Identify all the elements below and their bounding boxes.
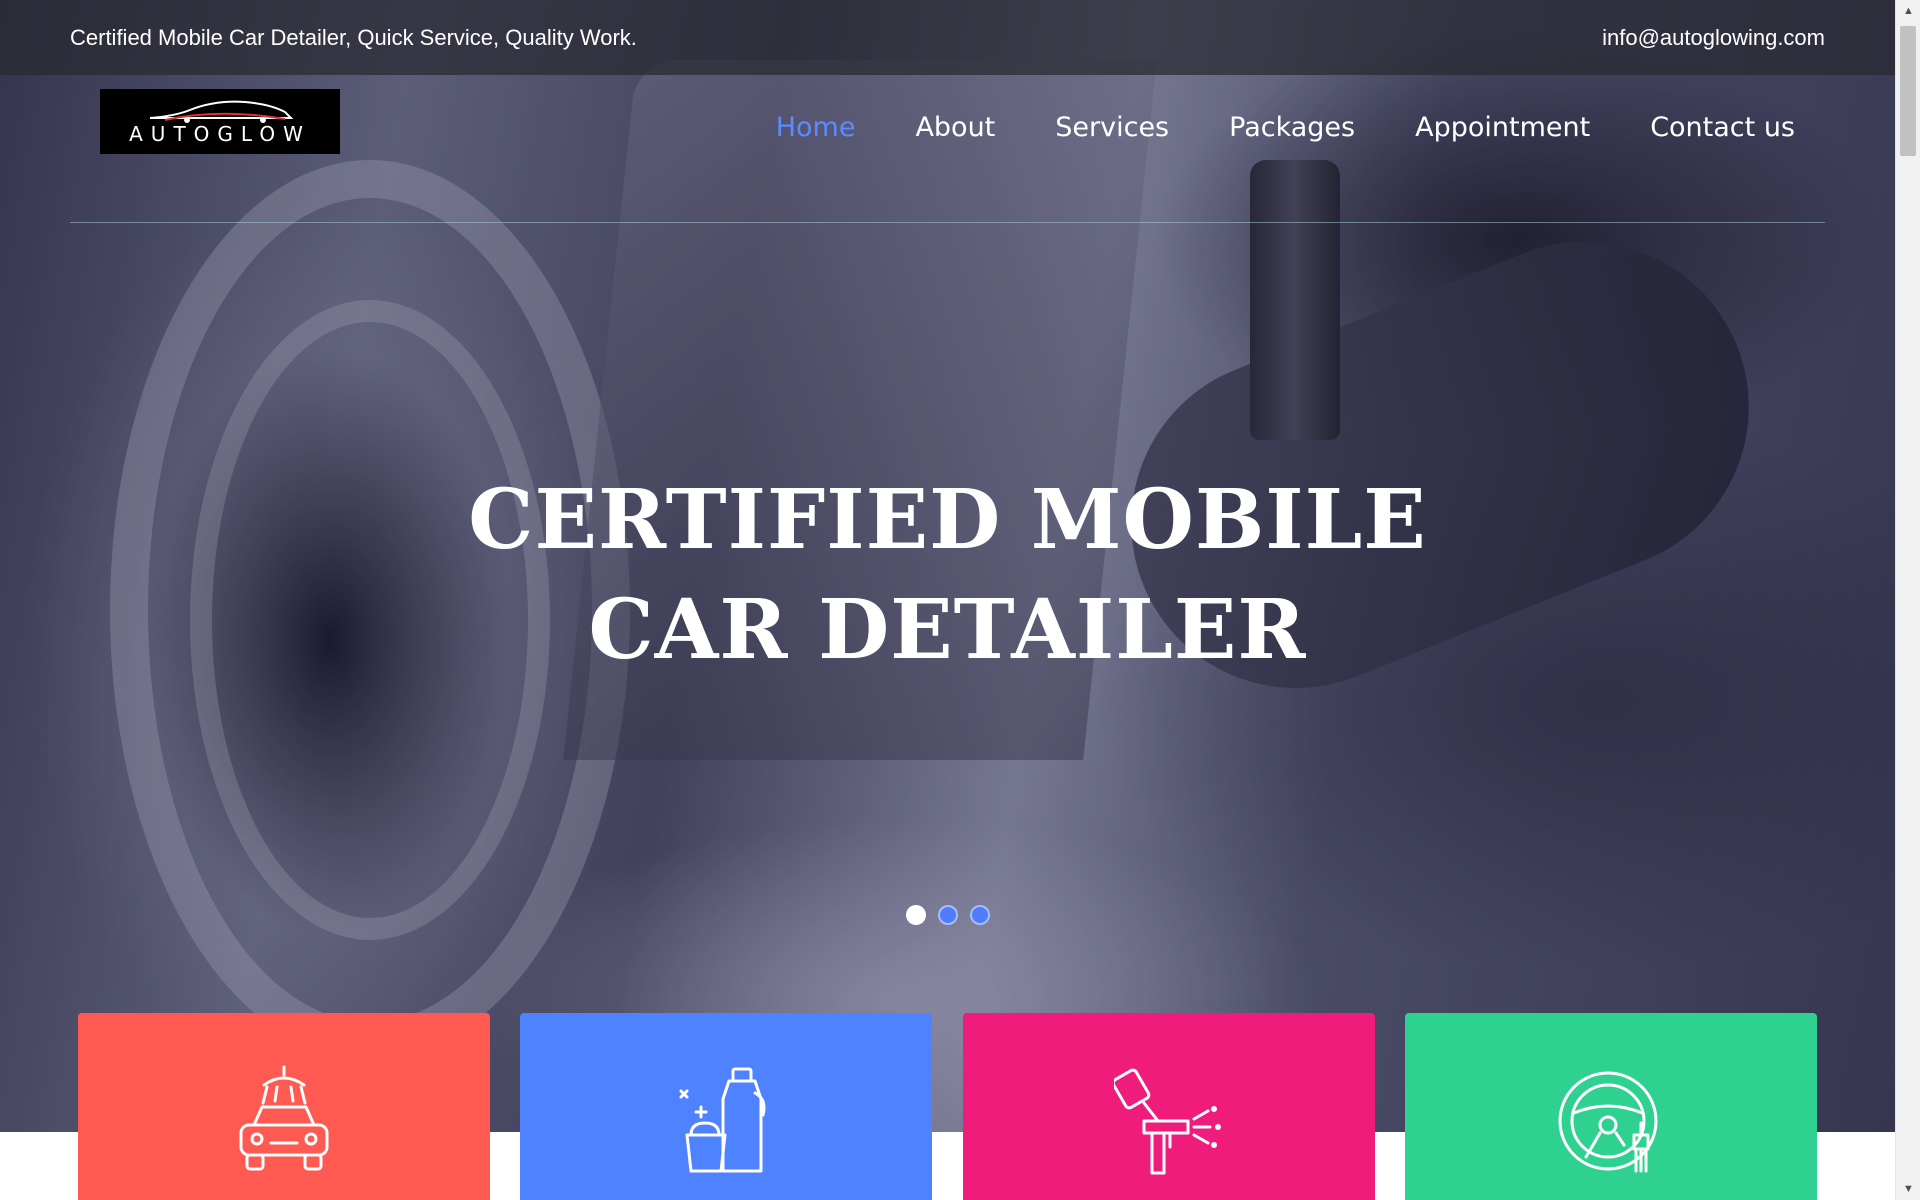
scroll-thumb[interactable]	[1900, 26, 1916, 156]
hero-title-line1: CERTIFIED MOBILE	[468, 472, 1427, 568]
cleaning-products-icon	[679, 1067, 766, 1173]
hero-title-line2: CAR DETAILER	[588, 582, 1307, 678]
nav-item-packages[interactable]: Packages	[1229, 108, 1355, 148]
tagline: Certified Mobile Car Detailer, Quick Ser…	[70, 24, 637, 50]
nav-divider	[70, 222, 1825, 223]
scroll-down-arrow-icon[interactable]: ▼	[1896, 1178, 1920, 1200]
email-link[interactable]: info@autoglowing.com	[1602, 25, 1825, 51]
nav-item-contact[interactable]: Contact us	[1650, 108, 1795, 148]
nav-item-appointment[interactable]: Appointment	[1415, 108, 1590, 148]
car-wash-icon	[239, 1065, 329, 1171]
carousel-dot-1[interactable]	[905, 905, 926, 925]
carousel-dots	[0, 905, 1895, 925]
service-card-cleaning-products[interactable]	[520, 1013, 932, 1200]
service-card-paint-spray[interactable]	[963, 1013, 1375, 1200]
scroll-up-arrow-icon[interactable]: ▲	[1896, 0, 1920, 22]
main-nav: Home About Services Packages Appointment…	[716, 112, 1795, 168]
carousel-dot-2[interactable]	[937, 905, 958, 925]
carousel-dot-3[interactable]	[969, 905, 990, 925]
site-logo[interactable]: AUTOGLOW	[100, 89, 340, 154]
steering-wheel-icon	[1558, 1071, 1658, 1173]
nav-item-about[interactable]: About	[915, 108, 995, 148]
page-scrollbar[interactable]: ▲ ▼	[1895, 0, 1920, 1200]
logo-text: AUTOGLOW	[129, 121, 311, 146]
service-card-interior[interactable]	[1405, 1013, 1817, 1200]
nav-item-services[interactable]: Services	[1055, 108, 1169, 148]
top-info-bar: Certified Mobile Car Detailer, Quick Ser…	[0, 0, 1895, 75]
hero-title: CERTIFIED MOBILE CAR DETAILER	[0, 465, 1895, 685]
nav-item-home[interactable]: Home	[776, 108, 856, 148]
spray-gun-icon	[1114, 1068, 1221, 1175]
service-card-car-wash[interactable]	[78, 1013, 490, 1200]
car-logo-icon	[149, 100, 294, 123]
